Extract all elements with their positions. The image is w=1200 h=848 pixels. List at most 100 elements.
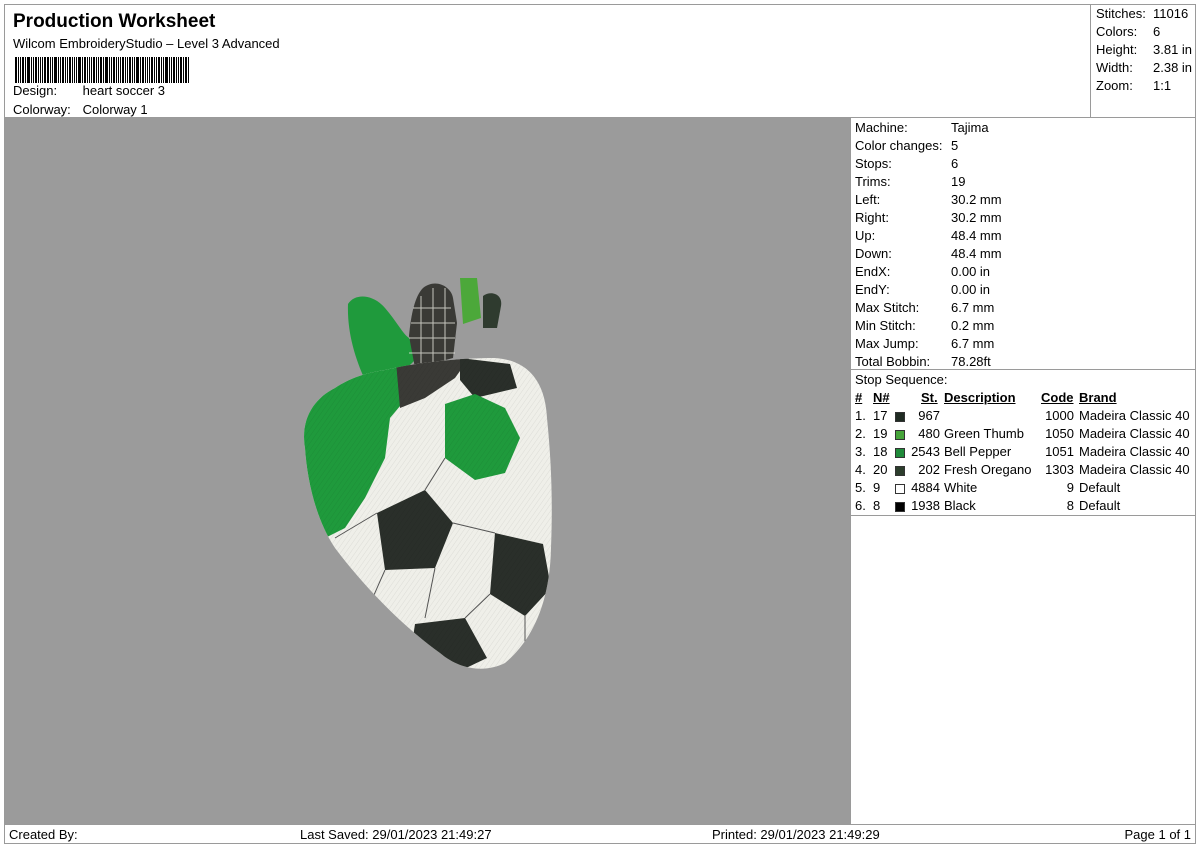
stat-value: 2.38 in [1153,60,1193,75]
colorway-value: Colorway 1 [82,102,148,117]
machine-info-value: 48.4 mm [951,246,1002,261]
machine-info-row: Min Stitch: 0.2 mm [855,318,994,333]
barcode-bar [93,57,95,83]
machine-info-row: EndY: 0.00 in [855,282,990,297]
stop-cell-description: Black [944,498,976,513]
barcode-bar [33,57,34,83]
barcode-bar [127,57,128,83]
barcode-bar [188,57,189,83]
barcode-bar [50,57,51,83]
machine-info-label: EndX: [855,264,891,279]
stat-label: Height: [1096,42,1138,57]
machine-info-value: 78.28ft [951,354,991,369]
barcode-bar [125,57,126,83]
barcode-bar [151,57,153,83]
barcode-bar [58,57,59,83]
stop-cell-st: 2543 [911,444,940,459]
barcode-bar [129,57,131,83]
stop-sequence-header-row: # N# St. Description Code Brand [851,390,1196,408]
design-row: Design: heart soccer 3 [13,83,165,98]
machine-info-row: Max Jump: 6.7 mm [855,336,994,351]
colorway-label: Colorway: [13,102,71,117]
barcode-bar [25,57,26,83]
barcode-bar [76,57,77,83]
barcode-bar [18,57,19,83]
col-header-st: St. [921,390,938,405]
barcode-bar [136,57,139,83]
machine-info-value: 19 [951,174,966,189]
stop-cell-n: 19 [873,426,888,441]
barcode-bar [161,57,162,83]
barcode-bar [163,57,164,83]
barcode-bar [185,57,187,83]
machine-info-row: Stops: 6 [855,156,958,171]
stop-cell-code: 1303 [1045,462,1074,477]
barcode-bar [145,57,146,83]
barcode-bar [60,57,61,83]
machine-info-label: Min Stitch: [855,318,916,333]
barcode-bar [89,57,90,83]
stop-cell-num: 1. [855,408,866,423]
stop-cell-brand: Madeira Classic 40 [1079,426,1190,441]
barcode-bar [15,57,17,83]
page-title: Production Worksheet [13,11,216,32]
barcode-bar [176,57,177,83]
stat-row: Zoom: 1:1 [1096,78,1171,93]
barcode-bar [96,57,97,83]
thread-color-swatch [895,448,905,458]
stop-cell-st: 1938 [911,498,940,513]
barcode-bar [87,57,88,83]
barcode-bar [54,57,57,83]
barcode-bar [42,57,43,83]
stop-cell-brand: Madeira Classic 40 [1079,462,1190,477]
machine-info-value: 30.2 mm [951,210,1002,225]
barcode-bar [171,57,172,83]
thread-color-swatch [895,430,905,440]
stop-cell-description: White [944,480,978,495]
machine-info-value: 6.7 mm [951,300,995,315]
col-header-description: Description [944,390,1016,405]
barcode-bar [44,57,46,83]
col-header-n: N# [873,390,890,405]
barcode-bar [100,57,102,83]
machine-info-row: Total Bobbin: 78.28ft [855,354,991,369]
barcode-bar [105,57,108,83]
barcode-bar [122,57,124,83]
barcode-bar [20,57,21,83]
barcode-bar [118,57,119,83]
stop-sequence-row: 3. 18 2543 Bell Pepper 1051 Madeira Classic 4… [851,444,1196,462]
barcode-bar [47,57,49,83]
stop-cell-description: Fresh Oregano [944,462,1032,477]
barcode-bar [31,57,32,83]
stop-cell-n: 17 [873,408,888,423]
machine-info-value: 6.7 mm [951,336,995,351]
barcode-bar [91,57,92,83]
barcode-bar [69,57,71,83]
barcode-bar [132,57,133,83]
stop-sequence-row: 6. 8 1938 Black 8 Default [851,498,1196,516]
machine-info-label: EndY: [855,282,890,297]
machine-info-value: 0.00 in [951,282,991,297]
stop-sequence-panel: Stop Sequence: # N# St. Description Code… [851,370,1196,516]
barcode-bar [62,57,64,83]
machine-info-row: Up: 48.4 mm [855,228,1002,243]
barcode-bar [134,57,135,83]
stop-cell-num: 5. [855,480,866,495]
stat-row: Height: 3.81 in [1096,42,1192,57]
barcode-bar [111,57,112,83]
machine-info-row: Color changes: 5 [855,138,958,153]
machine-info-label: Trims: [855,174,891,189]
heart-soccer-design-image [304,278,552,669]
stop-cell-st: 480 [918,426,940,441]
machine-info-label: Machine: [855,120,908,135]
barcode-bar [84,57,86,83]
created-by: Created By: [9,827,78,842]
design-preview-canvas [5,118,851,825]
barcode-bar [154,57,155,83]
machine-info-label: Stops: [855,156,892,171]
stop-cell-code: 1051 [1045,444,1074,459]
machine-info-row: Trims: 19 [855,174,965,189]
thread-color-swatch [895,412,905,422]
thread-color-swatch [895,484,905,494]
stop-cell-st: 967 [918,408,940,423]
